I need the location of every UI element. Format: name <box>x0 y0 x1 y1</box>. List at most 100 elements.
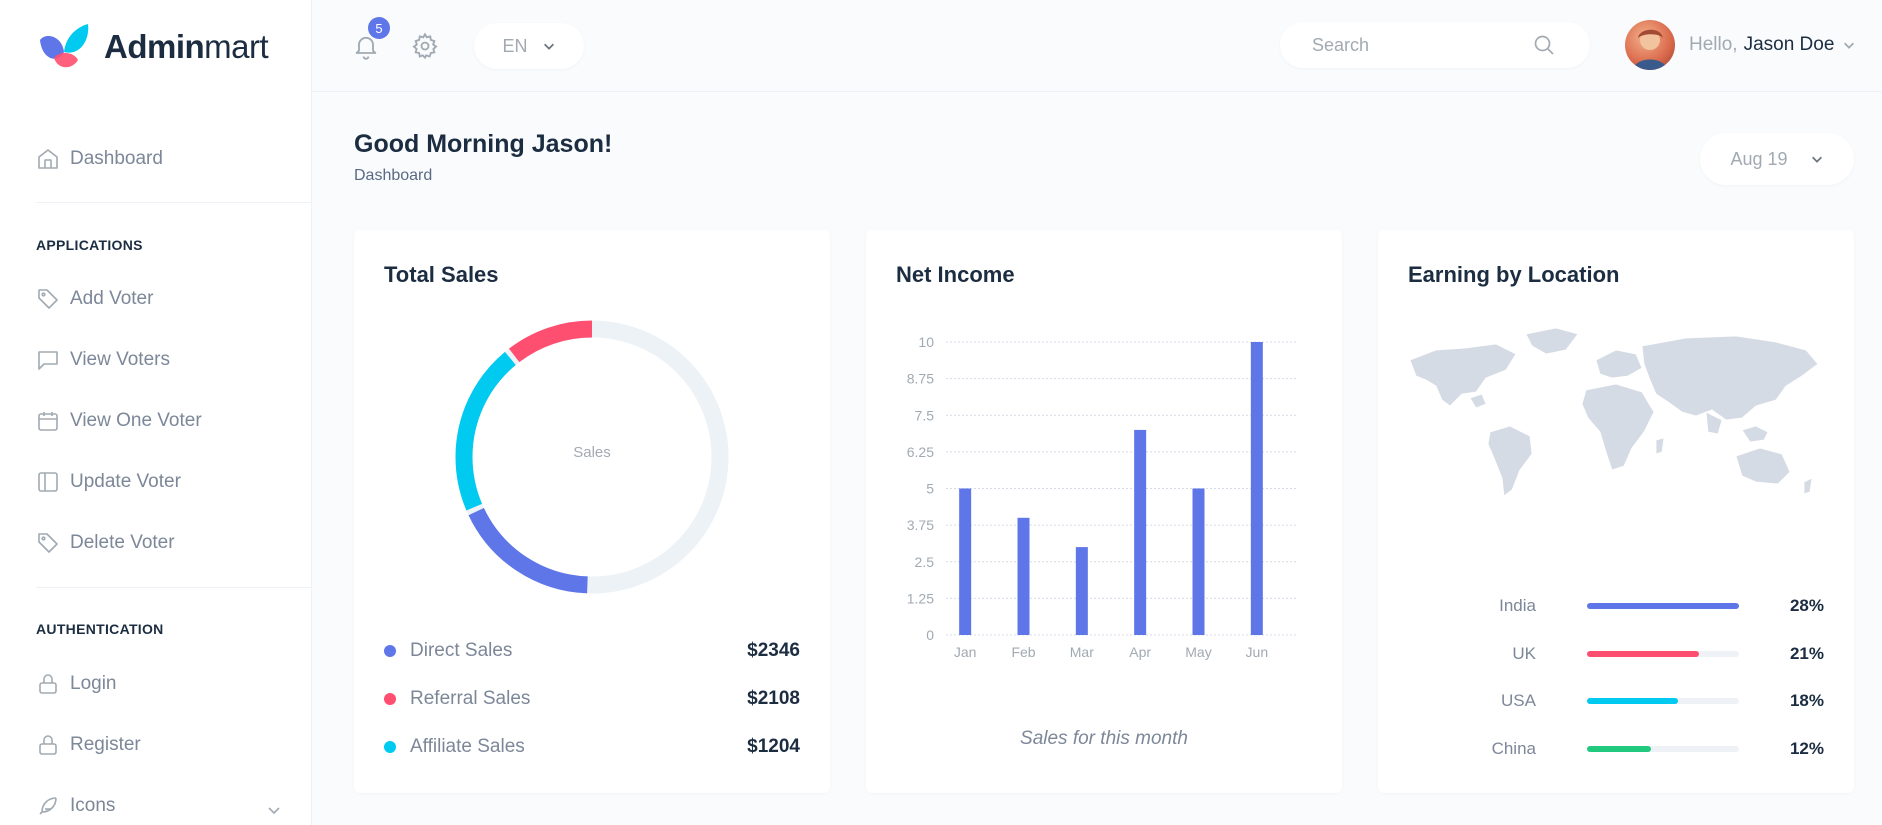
user-avatar[interactable] <box>1625 20 1675 70</box>
bar-feb[interactable] <box>1017 517 1030 635</box>
search-input[interactable] <box>1312 34 1532 56</box>
legend-value: $2108 <box>747 688 800 709</box>
gear-icon[interactable] <box>411 32 439 60</box>
bar-jun[interactable] <box>1250 342 1263 635</box>
country-label: India <box>1499 596 1536 615</box>
chevron-down-icon <box>543 43 554 50</box>
tag-icon <box>38 289 58 309</box>
sidebar-item-login[interactable]: Login <box>36 664 117 704</box>
user-menu[interactable]: Hello, Jason Doe <box>1689 34 1856 56</box>
net-income-bar-chart: 0 1.25 2.5 3.75 5 6.25 7.5 8.75 10 Jan Feb Mar Apr Ma… <box>907 334 1296 660</box>
legend-value: $2346 <box>747 640 800 661</box>
tag-icon <box>38 533 58 553</box>
sidebar-item-label: Add Voter <box>70 288 154 309</box>
x-tick-label: Feb <box>1011 644 1035 660</box>
card-title: Net Income <box>896 262 1015 287</box>
sidebar-item-label: Delete Voter <box>70 532 175 553</box>
legend-label: Affiliate Sales <box>410 736 525 757</box>
message-square-icon <box>38 351 58 370</box>
lock-icon <box>39 735 57 755</box>
sidebar-item-label: Dashboard <box>70 148 163 169</box>
sidebar-item-label: Login <box>70 673 117 694</box>
sidebar-item-label: Register <box>70 734 141 755</box>
search-box <box>1280 22 1590 68</box>
sidebar-section-applications: APPLICATIONS <box>36 237 143 253</box>
sidebar-section-authentication: AUTHENTICATION <box>36 621 164 637</box>
progress-track <box>1587 746 1739 752</box>
chevron-down-icon <box>1811 156 1822 163</box>
y-tick-label: 6.25 <box>907 444 934 460</box>
progress-track <box>1587 603 1739 609</box>
sidebar-item-icons[interactable]: Icons <box>36 786 282 825</box>
x-tick-label: Jan <box>954 644 977 660</box>
card-title: Total Sales <box>384 262 499 287</box>
progress-track <box>1587 651 1739 657</box>
y-tick-label: 0 <box>926 627 934 643</box>
country-label: China <box>1491 739 1536 758</box>
bar-mar[interactable] <box>1075 547 1088 635</box>
sidebar-item-register[interactable]: Register <box>36 725 141 765</box>
progress-fill <box>1587 698 1679 704</box>
app-logo[interactable]: Adminmart <box>36 22 269 72</box>
world-map[interactable] <box>1406 320 1826 520</box>
sidebar-item-dashboard[interactable]: Dashboard <box>36 139 163 179</box>
calendar-icon <box>38 412 58 431</box>
legend-row-affiliate-sales: Affiliate Sales $1204 <box>384 736 800 758</box>
y-tick-label: 3.75 <box>907 517 934 533</box>
date-filter-value: Aug 19 <box>1730 148 1788 169</box>
sidebar-item-view-voters[interactable]: View Voters <box>36 340 170 380</box>
donut-center-label: Sales <box>573 444 611 461</box>
legend-label: Referral Sales <box>410 688 531 709</box>
y-tick-label: 5 <box>926 481 934 497</box>
chevron-down-icon <box>268 807 280 815</box>
legend-dot <box>384 741 396 753</box>
location-row-uk: UK 21% <box>1408 642 1824 666</box>
chart-caption: Sales for this month <box>1020 728 1188 749</box>
earning-by-location-card: Earning by Location India 28% UK 21% USA… <box>1378 230 1854 793</box>
sidebar-divider <box>36 587 312 588</box>
search-icon[interactable] <box>1532 33 1556 57</box>
legend-row-direct-sales: Direct Sales $2346 <box>384 640 800 662</box>
feather-icon <box>39 797 57 815</box>
date-filter-select[interactable]: Aug 19 <box>1700 133 1854 185</box>
sidebar-layout-icon <box>38 472 58 492</box>
percent-value: 28% <box>1789 596 1824 615</box>
sidebar-item-add-voter[interactable]: Add Voter <box>36 279 153 319</box>
legend-row-referral-sales: Referral Sales $2108 <box>384 688 800 710</box>
page-title: Good Morning Jason! <box>354 130 613 158</box>
language-value: EN <box>502 35 528 56</box>
bar-may[interactable] <box>1192 488 1205 636</box>
y-tick-label: 7.5 <box>915 407 935 423</box>
total-sales-card: Total Sales Sales Direct Sales $2346 Ref… <box>354 230 830 793</box>
sidebar-divider <box>36 202 312 203</box>
progress-fill <box>1587 603 1739 609</box>
percent-value: 12% <box>1789 739 1824 758</box>
country-label: UK <box>1512 644 1536 663</box>
country-label: USA <box>1501 691 1536 710</box>
sidebar-item-label: View Voters <box>70 349 170 370</box>
sidebar-item-update-voter[interactable]: Update Voter <box>36 462 181 502</box>
percent-value: 18% <box>1789 691 1824 710</box>
user-name: Jason Doe <box>1743 34 1835 55</box>
sidebar-item-label: View One Voter <box>70 410 202 431</box>
x-tick-label: Apr <box>1129 644 1151 660</box>
sidebar-item-delete-voter[interactable]: Delete Voter <box>36 523 175 563</box>
app-logo-text: Adminmart <box>104 28 269 65</box>
bar-jan[interactable] <box>959 488 972 636</box>
notification-badge: 5 <box>368 17 390 39</box>
breadcrumb[interactable]: Dashboard <box>354 167 432 185</box>
sidebar-item-label: Icons <box>70 795 116 816</box>
sales-donut-chart: Sales <box>455 320 729 594</box>
bar-apr[interactable] <box>1134 429 1147 635</box>
language-select[interactable]: EN <box>474 23 584 69</box>
legend-label: Direct Sales <box>410 640 513 661</box>
y-tick-label: 10 <box>918 334 934 350</box>
progress-track <box>1587 698 1739 704</box>
y-tick-label: 2.5 <box>915 554 935 570</box>
location-row-india: India 28% <box>1408 594 1824 618</box>
location-row-usa: USA 18% <box>1408 689 1824 713</box>
sidebar-item-view-one-voter[interactable]: View One Voter <box>36 401 202 441</box>
net-income-card: Net Income 0 1.25 2.5 3.75 5 6.25 7.5 8.75 10 Jan… <box>866 230 1342 793</box>
legend-dot <box>384 645 396 657</box>
x-tick-label: Jun <box>1246 644 1269 660</box>
